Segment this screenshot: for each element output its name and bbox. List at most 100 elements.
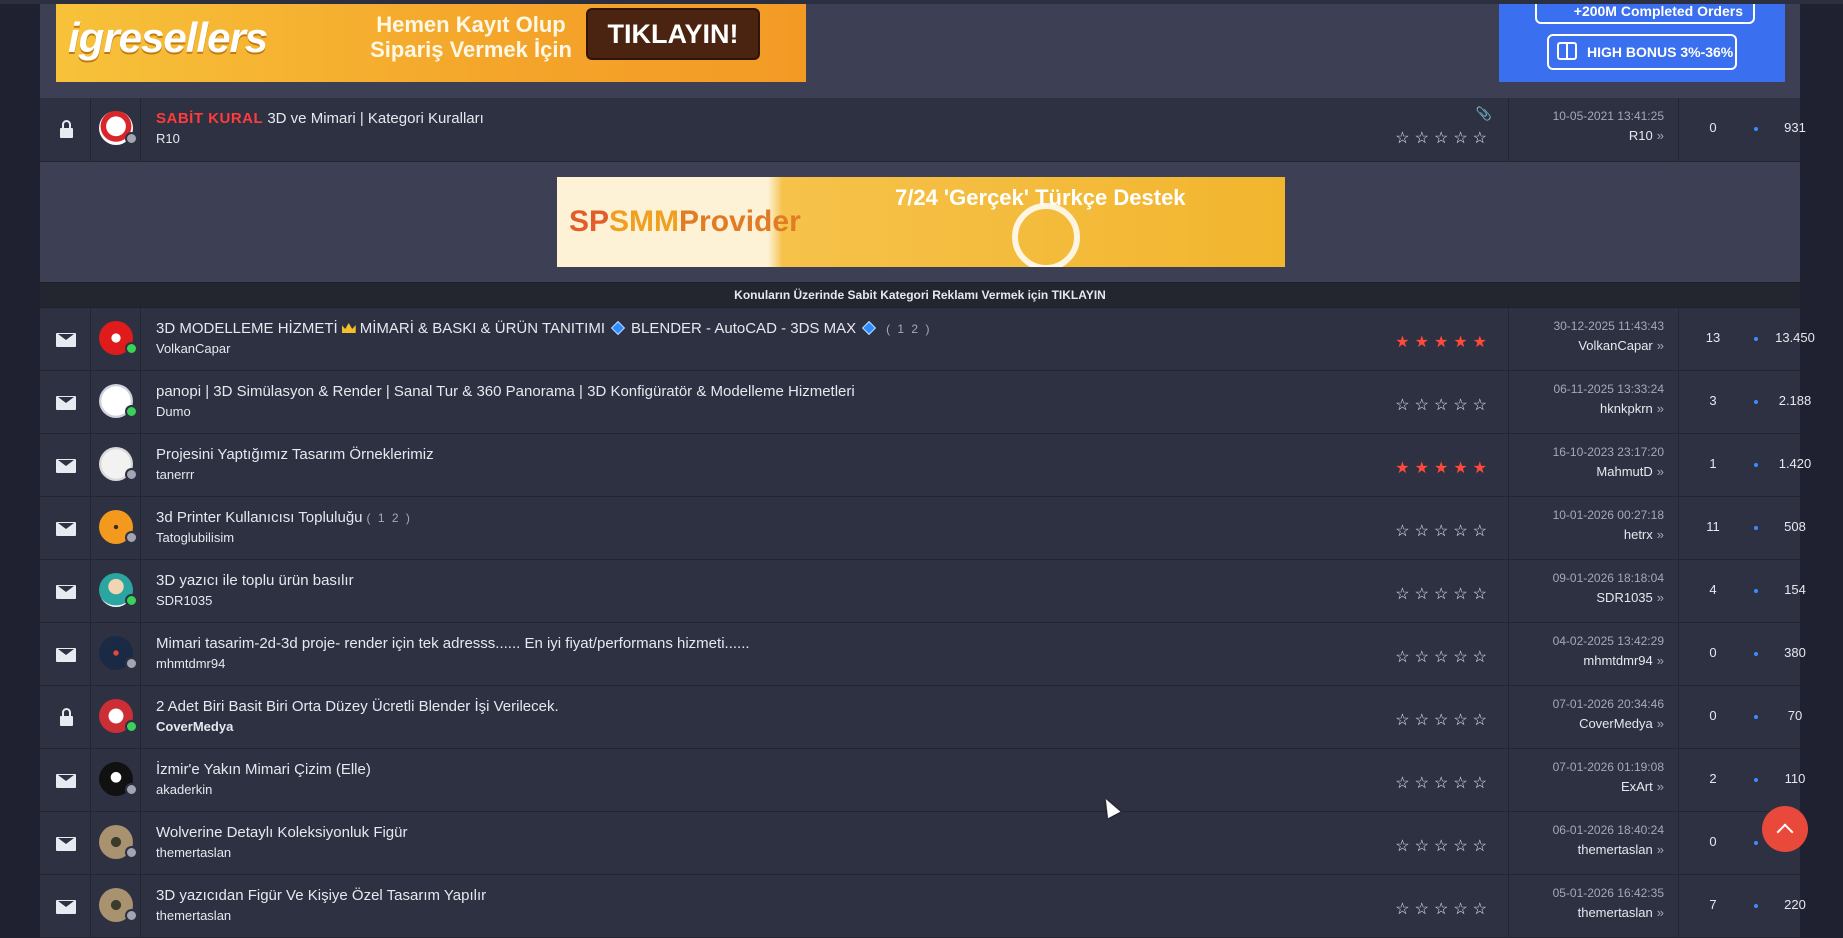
sticky-thread-row[interactable]: SABİT KURAL 3D ve Mimari | Kategori Kura… (40, 98, 1806, 162)
lock-icon (60, 120, 73, 138)
thread-author[interactable]: SDR1035 (156, 593, 212, 608)
thread-title[interactable]: 2 Adet Biri Basit Biri Orta Düzey Ücretl… (156, 698, 559, 715)
diamond-icon (610, 320, 626, 336)
thread-title-text: 2 Adet Biri Basit Biri Orta Düzey Ücretl… (156, 698, 559, 715)
thread-author[interactable]: themertaslan (156, 845, 231, 860)
last-post-user[interactable]: SDR1035» (1596, 590, 1664, 605)
thread-row-5[interactable]: 3D yazıcı ile toplu ürün basılır SDR1035… (40, 560, 1806, 623)
thread-row-4[interactable]: 3d Printer Kullanıcısı Topluluğu( 1 2 ) … (40, 497, 1806, 560)
last-post-date: 09-01-2026 18:18:04 (1552, 571, 1664, 585)
thread-stats-cell: 1 1.420 (1678, 434, 1811, 496)
thread-status-cell (40, 560, 91, 622)
thread-row-1[interactable]: 3D MODELLEME HİZMETİ MİMARİ & BASKI & ÜRÜ… (40, 308, 1815, 371)
thread-author[interactable]: themertaslan (156, 908, 231, 923)
rating-stars[interactable]: ☆☆☆☆☆ (1395, 128, 1492, 148)
rating-stars[interactable]: ☆☆☆☆☆ (1395, 584, 1492, 604)
last-post-cell: 30-12-2025 11:43:43 VolkanCapar» (1508, 308, 1679, 370)
thread-row-9[interactable]: Wolverine Detaylı Koleksiyonluk Figür th… (40, 812, 1802, 875)
thread-title[interactable]: 3D MODELLEME HİZMETİ MİMARİ & BASKI & ÜRÜ… (156, 320, 931, 337)
last-post-cell: 06-11-2025 13:33:24 hknkpkrn» (1508, 371, 1679, 433)
rating-stars[interactable]: ☆☆☆☆☆ (1395, 899, 1492, 919)
thread-author[interactable]: tanerrr (156, 467, 194, 482)
gift-icon (1557, 42, 1577, 60)
thread-status-cell (40, 434, 91, 496)
last-post-user[interactable]: MahmutD» (1596, 464, 1664, 479)
last-post-user[interactable]: mhmtdmr94» (1583, 653, 1664, 668)
thread-author[interactable]: VolkanCapar (156, 341, 230, 356)
rating-stars[interactable]: ☆☆☆☆☆ (1395, 836, 1492, 856)
chevron-right-icon: » (1656, 338, 1664, 353)
igresellers-cta[interactable]: TIKLAYIN! (586, 8, 760, 60)
thread-title-text: 3D yazıcıdan Figür Ve Kişiye Özel Tasarı… (156, 887, 487, 904)
last-post-cell: 07-01-2026 01:19:08 ExArt» (1508, 749, 1679, 811)
scroll-to-top-button[interactable] (1762, 806, 1808, 852)
thread-main-cell: Projesini Yaptığımız Tasarım Örneklerimi… (140, 434, 1509, 496)
thread-row-2[interactable]: panopi | 3D Simülasyon & Render | Sanal … (40, 371, 1811, 434)
crown-icon (341, 323, 356, 333)
reply-count: 7 (1709, 897, 1717, 912)
thread-author[interactable]: mhmtdmr94 (156, 656, 225, 671)
thread-title[interactable]: İzmir'e Yakın Mimari Çizim (Elle) (156, 761, 371, 778)
thread-stats-cell: 0 931 (1678, 98, 1805, 161)
thread-status-cell (40, 371, 91, 433)
last-post-cell: 04-02-2025 13:42:29 mhmtdmr94» (1508, 623, 1679, 685)
thread-title[interactable]: Mimari tasarim-2d-3d proje- render için … (156, 635, 750, 652)
thread-title-part: BLENDER - AutoCAD - 3DS MAX (631, 320, 857, 337)
thread-author[interactable]: R10 (156, 131, 180, 146)
thread-title[interactable]: 3d Printer Kullanıcısı Topluluğu ( 1 2 ) (156, 509, 412, 526)
thread-row-7[interactable]: 2 Adet Biri Basit Biri Orta Düzey Ücretl… (40, 686, 1802, 749)
last-post-user[interactable]: themertaslan» (1578, 905, 1664, 920)
page-links[interactable]: ( 1 2 ) (886, 322, 931, 336)
rating-stars[interactable]: ☆☆☆☆☆ (1395, 521, 1492, 541)
last-post-user[interactable]: ExArt» (1621, 779, 1664, 794)
last-post-user[interactable]: VolkanCapar» (1578, 338, 1664, 353)
orders-banner[interactable]: +200M Completed Orders HIGH BONUS 3%-36% (1499, 4, 1785, 82)
thread-title[interactable]: Wolverine Detaylı Koleksiyonluk Figür (156, 824, 408, 841)
last-post-user[interactable]: hknkpkrn» (1600, 401, 1664, 416)
rating-stars[interactable]: ☆☆☆☆☆ (1395, 395, 1492, 415)
avatar-cell (90, 875, 141, 937)
thread-title-text[interactable]: 3D ve Mimari | Kategori Kuralları (267, 110, 483, 127)
thread-author[interactable]: Tatoglubilisim (156, 530, 234, 545)
reply-count: 4 (1709, 582, 1717, 597)
thread-main-cell: 2 Adet Biri Basit Biri Orta Düzey Ücretl… (140, 686, 1509, 748)
thread-title[interactable]: 3D yazıcı ile toplu ürün basılır (156, 572, 354, 589)
thread-author[interactable]: CoverMedya (156, 719, 233, 734)
rating-stars[interactable]: ☆☆☆☆☆ (1395, 710, 1492, 730)
online-status-dot (125, 405, 138, 418)
chevron-right-icon: » (1656, 905, 1664, 920)
last-post-date: 10-05-2021 13:41:25 (1552, 109, 1664, 123)
thread-title[interactable]: 3D yazıcıdan Figür Ve Kişiye Özel Tasarı… (156, 887, 486, 904)
last-post-cell: 10-05-2021 13:41:25 R10» (1508, 98, 1679, 161)
thread-row-10[interactable]: 3D yazıcıdan Figür Ve Kişiye Özel Tasarı… (40, 875, 1806, 938)
last-post-user[interactable]: CoverMedya» (1579, 716, 1664, 731)
rating-stars[interactable]: ★★★★★ (1395, 458, 1492, 478)
last-post-cell: 09-01-2026 18:18:04 SDR1035» (1508, 560, 1679, 622)
igresellers-banner[interactable]: igresellers Hemen Kayıt Olup Sipariş Ver… (56, 4, 806, 82)
thread-status-cell (40, 308, 91, 370)
chevron-right-icon: » (1656, 464, 1664, 479)
thread-author[interactable]: akaderkin (156, 782, 212, 797)
avatar-cell (90, 623, 141, 685)
thread-title[interactable]: SABİT KURAL 3D ve Mimari | Kategori Kura… (156, 110, 484, 127)
thread-row-3[interactable]: Projesini Yaptığımız Tasarım Örneklerimi… (40, 434, 1811, 497)
chevron-right-icon: » (1656, 716, 1664, 731)
last-post-user[interactable]: themertaslan» (1578, 842, 1664, 857)
thread-title[interactable]: Projesini Yaptığımız Tasarım Örneklerimi… (156, 446, 434, 463)
page-links[interactable]: ( 1 2 ) (367, 511, 412, 525)
rating-stars[interactable]: ☆☆☆☆☆ (1395, 773, 1492, 793)
smmprovider-banner[interactable]: SPSMMProvider 7/24 'Gerçek' Türkçe Deste… (557, 177, 1285, 267)
thread-main-cell: İzmir'e Yakın Mimari Çizim (Elle) akader… (140, 749, 1509, 811)
rating-stars[interactable]: ★★★★★ (1395, 332, 1492, 352)
thread-row-8[interactable]: İzmir'e Yakın Mimari Çizim (Elle) akader… (40, 749, 1805, 812)
avatar-cell (90, 686, 141, 748)
thread-author[interactable]: Dumo (156, 404, 191, 419)
thread-title-text: panopi | 3D Simülasyon & Render | Sanal … (156, 383, 855, 400)
sticky-ad-notice-link[interactable]: Konuların Üzerinde Sabit Kategori Reklam… (40, 283, 1800, 307)
thread-title[interactable]: panopi | 3D Simülasyon & Render | Sanal … (156, 383, 855, 400)
last-post-user[interactable]: hetrx» (1624, 527, 1664, 542)
last-post-user[interactable]: R10» (1629, 128, 1664, 143)
rating-stars[interactable]: ☆☆☆☆☆ (1395, 647, 1492, 667)
thread-status-cell (40, 686, 91, 748)
thread-row-6[interactable]: Mimari tasarim-2d-3d proje- render için … (40, 623, 1806, 686)
